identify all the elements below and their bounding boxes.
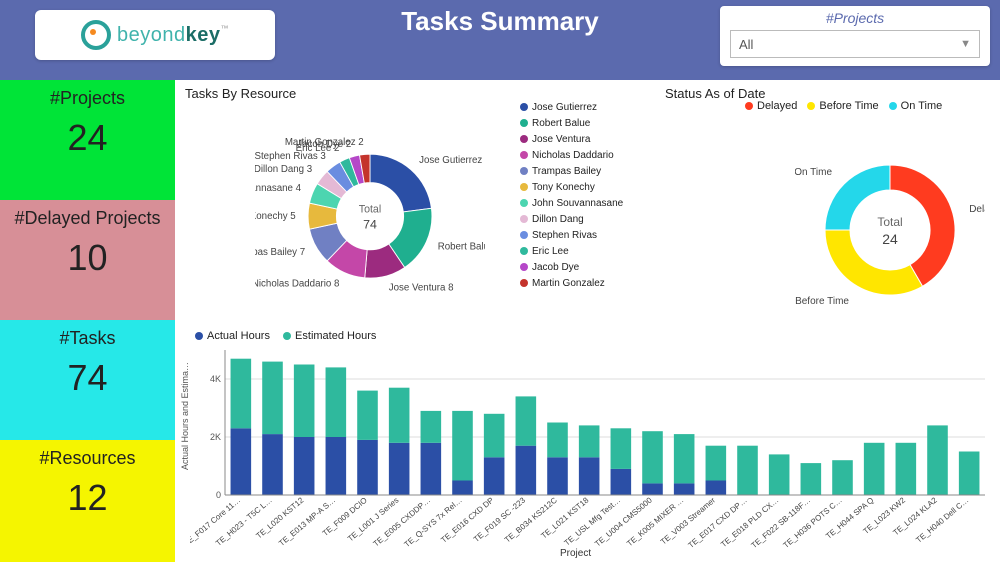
svg-text:Robert Balue 13: Robert Balue 13	[438, 241, 485, 252]
legend-item[interactable]: Martin Gonzalez	[520, 276, 623, 292]
legend-item[interactable]: Nicholas Daddario	[520, 148, 623, 164]
kpi-value: 12	[0, 469, 175, 531]
kpi-value: 24	[0, 109, 175, 171]
svg-text:TE_Q-SYS 7x Rel…: TE_Q-SYS 7x Rel…	[402, 496, 463, 549]
svg-text:Delayed: Delayed	[969, 204, 985, 215]
legend-item[interactable]: Delayed	[745, 100, 797, 112]
svg-text:TE_E005 CXDDP…: TE_E005 CXDDP…	[371, 496, 432, 549]
dot-icon	[889, 102, 897, 110]
dot-icon	[520, 167, 528, 175]
legend-item[interactable]: Robert Balue	[520, 116, 623, 132]
svg-text:TE_V003 Streamer: TE_V003 Streamer	[659, 495, 717, 546]
header-bar: Tasks Summary beyondkey™ #Projects All ▼	[0, 0, 1000, 80]
dot-icon	[520, 215, 528, 223]
chevron-down-icon: ▼	[960, 38, 971, 50]
svg-text:TE_E018 PLD CX…: TE_E018 PLD CX…	[719, 496, 780, 549]
legend-item[interactable]: Dillon Dang	[520, 212, 623, 228]
kpi-label: #Projects	[0, 80, 175, 109]
logo: beyondkey™	[35, 10, 275, 60]
svg-text:Tony Konechy 5: Tony Konechy 5	[255, 211, 296, 222]
svg-text:Jose Gutierrez 17: Jose Gutierrez 17	[419, 155, 485, 166]
kpi-label: #Delayed Projects	[0, 200, 175, 229]
svg-text:Martin Gonzalez 2: Martin Gonzalez 2	[285, 137, 364, 148]
svg-text:Trampas Bailey 7: Trampas Bailey 7	[255, 247, 305, 258]
projects-filter: #Projects All ▼	[720, 6, 990, 66]
dot-icon	[520, 135, 528, 143]
svg-text:Dillon Dang 3: Dillon Dang 3	[255, 164, 312, 175]
dot-icon	[520, 279, 528, 287]
kpi-value: 10	[0, 229, 175, 291]
svg-text:TE_H023 - T5C L…: TE_H023 - T5C L…	[214, 496, 274, 548]
dot-icon	[195, 332, 203, 340]
kpi-tasks[interactable]: #Tasks 74	[0, 320, 175, 440]
dot-icon	[283, 332, 291, 340]
svg-text:TE_K005 MIXER …: TE_K005 MIXER …	[625, 496, 685, 549]
dot-icon	[520, 247, 528, 255]
svg-text:0: 0	[216, 490, 221, 500]
legend-item[interactable]: Before Time	[807, 100, 878, 112]
legend-item[interactable]: Jose Ventura	[520, 132, 623, 148]
legend-item[interactable]: Tony Konechy	[520, 180, 623, 196]
hours-xlabel: Project	[560, 548, 591, 559]
svg-text:24: 24	[882, 231, 898, 247]
svg-text:Jose Ventura 8: Jose Ventura 8	[389, 283, 454, 294]
tasks-by-resource-legend: Jose GutierrezRobert BalueJose VenturaNi…	[520, 100, 623, 292]
legend-item[interactable]: Stephen Rivas	[520, 228, 623, 244]
status-donut[interactable]: Total 24 Delayed Before Time On Time	[795, 135, 985, 325]
logo-icon	[81, 20, 111, 50]
status-title: Status As of Date	[665, 86, 765, 101]
svg-text:TE_E017 CXD DP…: TE_E017 CXD DP…	[686, 496, 748, 550]
tasks-by-resource-donut[interactable]: Total 74 Jose Gutierrez 17 Robert Balue 13 J…	[255, 125, 485, 325]
svg-text:TE_E013 MP-A S…: TE_E013 MP-A S…	[277, 496, 337, 548]
svg-text:4K: 4K	[210, 374, 221, 384]
logo-text: beyondkey™	[117, 24, 229, 47]
dot-icon	[520, 231, 528, 239]
legend-item[interactable]: John Souvannasane	[520, 196, 623, 212]
tasks-by-resource-title: Tasks By Resource	[185, 86, 296, 101]
svg-text:Nicholas Daddario 8: Nicholas Daddario 8	[255, 279, 339, 290]
dot-icon	[520, 151, 528, 159]
kpi-label: #Resources	[0, 440, 175, 469]
hours-legend: Actual Hours Estimated Hours	[185, 330, 376, 342]
legend-item[interactable]: Trampas Bailey	[520, 164, 623, 180]
projects-filter-dropdown[interactable]: All ▼	[730, 30, 980, 58]
kpi-resources[interactable]: #Resources 12	[0, 440, 175, 562]
projects-filter-value: All	[739, 37, 753, 52]
svg-text:On Time: On Time	[795, 167, 832, 178]
legend-item[interactable]: Jose Gutierrez	[520, 100, 623, 116]
kpi-label: #Tasks	[0, 320, 175, 349]
svg-text:Total: Total	[877, 215, 902, 229]
dot-icon	[520, 199, 528, 207]
svg-text:TE_USL Mfg Test…: TE_USL Mfg Test…	[563, 496, 623, 548]
kpi-delayed-projects[interactable]: #Delayed Projects 10	[0, 200, 175, 320]
svg-text:74: 74	[363, 218, 377, 232]
projects-filter-label: #Projects	[720, 6, 990, 26]
svg-text:2K: 2K	[210, 432, 221, 442]
svg-text:Before Time: Before Time	[795, 296, 849, 307]
dot-icon	[745, 102, 753, 110]
kpi-projects[interactable]: #Projects 24	[0, 80, 175, 200]
legend-item[interactable]: Jacob Dye	[520, 260, 623, 276]
kpi-value: 74	[0, 349, 175, 411]
dot-icon	[520, 263, 528, 271]
svg-text:Total: Total	[359, 204, 381, 216]
legend-item[interactable]: On Time	[889, 100, 943, 112]
hours-ylabel: Actual Hours and Estima…	[180, 362, 190, 470]
svg-text:TE_F022 SB-118F…: TE_F022 SB-118F…	[750, 496, 813, 551]
legend-item[interactable]: Eric Lee	[520, 244, 623, 260]
dot-icon	[520, 119, 528, 127]
dot-icon	[520, 103, 528, 111]
dot-icon	[807, 102, 815, 110]
svg-text:John Souvannasane 4: John Souvannasane 4	[255, 183, 302, 194]
dot-icon	[520, 183, 528, 191]
hours-bar-chart[interactable]: 02K4KTE_F017 Core 11…TE_H023 - T5C L…TE_…	[190, 345, 990, 555]
status-legend: Delayed Before Time On Time	[745, 100, 952, 112]
svg-text:TE_H036 POTS C…: TE_H036 POTS C…	[781, 496, 843, 550]
svg-text:TE_U004 CMS5000: TE_U004 CMS5000	[593, 495, 654, 548]
